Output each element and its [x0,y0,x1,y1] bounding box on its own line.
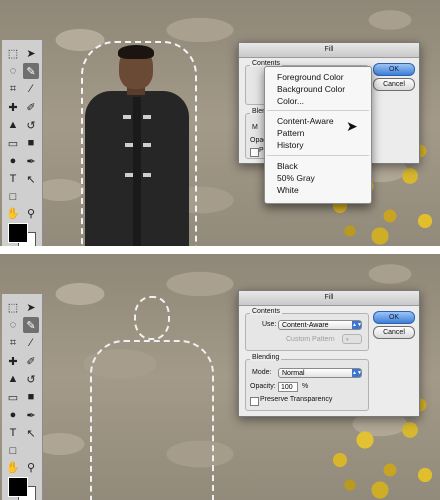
brush-icon[interactable]: ✐ [23,99,39,115]
select-arrows-icon: ▲▼ [352,369,362,377]
selection-marquee[interactable] [81,41,197,246]
menu-item-foreground-color[interactable]: Foreground Color [277,72,344,82]
type-icon[interactable]: T [5,425,21,441]
opacity-field[interactable]: 100 [278,382,298,392]
menu-item-background-color[interactable]: Background Color [277,84,345,94]
preserve-transparency-label: Preserve Transparency [260,396,333,403]
menu-item-color[interactable]: Color... [277,96,304,106]
crop-icon[interactable]: ⌗ [5,81,21,97]
zoom-icon[interactable]: ⚲ [23,205,39,221]
menu-item-history[interactable]: History [277,140,303,150]
custom-pattern-label: Custom Pattern [286,336,335,343]
marquee-icon[interactable]: ⬚ [5,299,21,315]
opacity-unit: % [302,383,309,390]
brush-icon[interactable]: ✐ [23,353,39,369]
contents-label: Contents [250,308,283,315]
fill-dialog: Fill Contents Use: Content-Aware ▲▼ Cust… [238,290,420,417]
use-select[interactable]: Content-Aware ▲▼ [278,320,362,330]
healing-icon[interactable]: ✚ [5,353,21,369]
menu-item-pattern[interactable]: Pattern [277,128,304,138]
selection-outline-head[interactable] [134,296,170,340]
eraser-icon[interactable]: ▭ [5,389,21,405]
dialog-title: Fill [239,291,419,306]
cancel-button[interactable]: Cancel [373,78,415,91]
tools-panel: ⬚ ➤ ◌ ✎ ⌗ ⁄ ✚ ✐ ▲ ↺ ▭ ■ ● ✒ T ↖ □ ✋ ⚲ [2,294,43,500]
eyedropper-icon[interactable]: ⁄ [23,335,39,351]
cancel-button[interactable]: Cancel [373,326,415,339]
hand-icon[interactable]: ✋ [5,459,21,475]
mode-select-value: Normal [282,370,305,377]
menu-item-black[interactable]: Black [277,161,298,171]
shape-icon[interactable]: □ [5,189,21,205]
blending-group: Blending Mode: Normal ▲▼ Opacity: 100 % … [245,354,369,411]
pen-icon[interactable]: ✒ [23,153,39,169]
ok-button[interactable]: OK [373,311,415,324]
path-select-icon[interactable]: ↖ [23,425,39,441]
select-arrows-icon: ▲▼ [352,321,362,329]
menu-item-content-aware[interactable]: Content-Aware [277,116,334,126]
lasso-icon[interactable]: ◌ [5,317,21,333]
opacity-label: Opacity: [250,383,276,390]
zoom-icon[interactable]: ⚲ [23,459,39,475]
ok-button[interactable]: OK [373,63,415,76]
mode-label: Mode: [252,369,272,376]
blending-label: Blending [250,354,282,361]
move-icon[interactable]: ➤ [23,299,39,315]
history-brush-icon[interactable]: ↺ [23,371,39,387]
screenshot-panel-top: ⬚ ➤ ◌ ✎ ⌗ ⁄ ✚ ✐ ▲ ↺ ▭ ■ ● ✒ T ↖ □ ✋ ⚲ Fi… [0,0,440,246]
shape-icon[interactable]: □ [5,443,21,459]
quick-select-icon[interactable]: ✎ [23,317,39,333]
healing-icon[interactable]: ✚ [5,99,21,115]
dialog-title: Fill [239,43,419,58]
contents-group: Contents Use: Content-Aware ▲▼ Custom Pa… [245,308,369,351]
quick-select-icon[interactable]: ✎ [23,63,39,79]
screenshot-panel-bottom: ⬚ ➤ ◌ ✎ ⌗ ⁄ ✚ ✐ ▲ ↺ ▭ ■ ● ✒ T ↖ □ ✋ ⚲ Fi… [0,254,440,500]
mode-select[interactable]: Normal ▲▼ [278,368,362,378]
foreground-color-swatch[interactable] [8,477,28,497]
move-icon[interactable]: ➤ [23,45,39,61]
type-icon[interactable]: T [5,171,21,187]
use-dropdown-menu: Foreground Color Background Color Color.… [264,66,372,204]
gradient-icon[interactable]: ■ [23,135,39,151]
marquee-icon[interactable]: ⬚ [5,45,21,61]
tools-panel: ⬚ ➤ ◌ ✎ ⌗ ⁄ ✚ ✐ ▲ ↺ ▭ ■ ● ✒ T ↖ □ ✋ ⚲ [2,40,43,246]
menu-item-50-gray[interactable]: 50% Gray [277,173,315,183]
mouse-cursor-icon: ➤ [346,118,358,134]
eraser-icon[interactable]: ▭ [5,135,21,151]
lasso-icon[interactable]: ◌ [5,63,21,79]
preserve-transparency-checkbox[interactable] [250,397,259,406]
eyedropper-icon[interactable]: ⁄ [23,81,39,97]
history-brush-icon[interactable]: ↺ [23,117,39,133]
dodge-icon[interactable]: ● [5,407,21,423]
hand-icon[interactable]: ✋ [5,205,21,221]
preserve-transparency-checkbox[interactable] [250,148,259,157]
stamp-icon[interactable]: ▲ [5,117,21,133]
selection-outline-body[interactable] [90,340,214,500]
path-select-icon[interactable]: ↖ [23,171,39,187]
custom-pattern-picker: ▾ [342,334,362,344]
chevron-down-icon: ▾ [346,337,349,343]
dodge-icon[interactable]: ● [5,153,21,169]
use-label: Use: [262,321,277,328]
pen-icon[interactable]: ✒ [23,407,39,423]
menu-item-white[interactable]: White [277,185,299,195]
stamp-icon[interactable]: ▲ [5,371,21,387]
use-select-value: Content-Aware [282,322,329,329]
foreground-color-swatch[interactable] [8,223,28,243]
gradient-icon[interactable]: ■ [23,389,39,405]
mode-label: M [252,124,258,131]
crop-icon[interactable]: ⌗ [5,335,21,351]
